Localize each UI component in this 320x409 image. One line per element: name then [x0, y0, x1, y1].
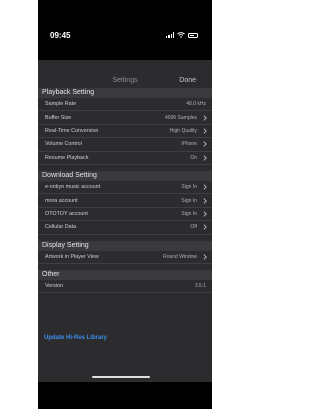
status-time: 09:45	[50, 31, 71, 40]
chevron-right-icon	[203, 111, 207, 123]
chevron-right-icon	[203, 152, 207, 164]
done-button[interactable]: Done	[179, 77, 196, 84]
row-label: Cellular Data	[45, 224, 77, 231]
row-value: 3.5.1	[194, 283, 206, 290]
row-label: Real-Time Conversion	[45, 127, 99, 134]
row-value: Off	[190, 224, 197, 231]
row-version: Version 3.5.1	[38, 280, 212, 294]
row-label: Artwork in Player View	[45, 253, 99, 260]
row-value: Round Window	[163, 253, 197, 260]
row-label: Sample Rate	[45, 101, 77, 108]
row-mora-account[interactable]: mora account Sign In	[38, 194, 212, 208]
row-resume-playback[interactable]: Resume Playback On	[38, 152, 212, 165]
home-indicator[interactable]	[92, 376, 150, 378]
wifi-icon	[177, 32, 185, 38]
row-value: Sign In	[181, 210, 197, 217]
row-value: High Quality	[169, 127, 197, 134]
row-cellular-data[interactable]: Cellular Data Off	[38, 221, 212, 235]
section-header-download: Download Setting	[38, 170, 212, 181]
row-artwork-player-view[interactable]: Artwork in Player View Round Window	[38, 251, 212, 264]
chevron-right-icon	[203, 125, 207, 137]
row-value: Sign In	[181, 197, 197, 204]
row-label: Volume Control	[45, 141, 82, 148]
row-ototoy-account[interactable]: OTOTOY account Sign In	[38, 208, 212, 222]
section-header-other: Other	[38, 269, 212, 280]
battery-icon	[188, 32, 198, 38]
cellular-signal-icon	[166, 32, 174, 38]
section-header-display: Display Setting	[38, 240, 212, 251]
settings-sheet: Settings Done Playback Setting Sample Ra…	[38, 60, 212, 382]
chevron-right-icon	[203, 194, 207, 206]
update-library-link[interactable]: Update Hi-Res Library	[44, 335, 107, 341]
row-value: iPhone	[181, 141, 197, 148]
phone-screen: 09:45 Settings Done Playback Setting Sam…	[38, 0, 212, 409]
row-label: Buffer Size	[45, 114, 72, 121]
row-volume-control[interactable]: Volume Control iPhone	[38, 138, 212, 152]
chevron-right-icon	[203, 138, 207, 150]
row-sample-rate: Sample Rate 48.0 kHz	[38, 98, 212, 112]
row-label: mora account	[45, 197, 78, 204]
row-value: On	[190, 154, 197, 161]
row-e-onkyo-account[interactable]: e-onkyo music account Sign In	[38, 181, 212, 195]
row-label: e-onkyo music account	[45, 184, 101, 191]
row-value: 4096 Samples	[165, 114, 197, 121]
section-header-playback: Playback Setting	[38, 88, 212, 98]
chevron-right-icon	[203, 221, 207, 233]
bottom-bar	[38, 382, 212, 409]
row-value: 48.0 kHz	[186, 101, 206, 108]
row-buffer-size[interactable]: Buffer Size 4096 Samples	[38, 111, 212, 125]
row-label: Version	[45, 283, 63, 290]
chevron-right-icon	[203, 251, 207, 263]
row-real-time-conversion[interactable]: Real-Time Conversion High Quality	[38, 125, 212, 139]
nav-bar: Settings Done	[38, 60, 212, 88]
status-bar: 09:45	[38, 0, 212, 60]
chevron-right-icon	[203, 181, 207, 193]
row-value: Sign In	[181, 184, 197, 191]
chevron-right-icon	[203, 208, 207, 220]
status-icons	[166, 32, 198, 38]
row-label: OTOTOY account	[45, 210, 88, 217]
row-label: Resume Playback	[45, 154, 89, 161]
